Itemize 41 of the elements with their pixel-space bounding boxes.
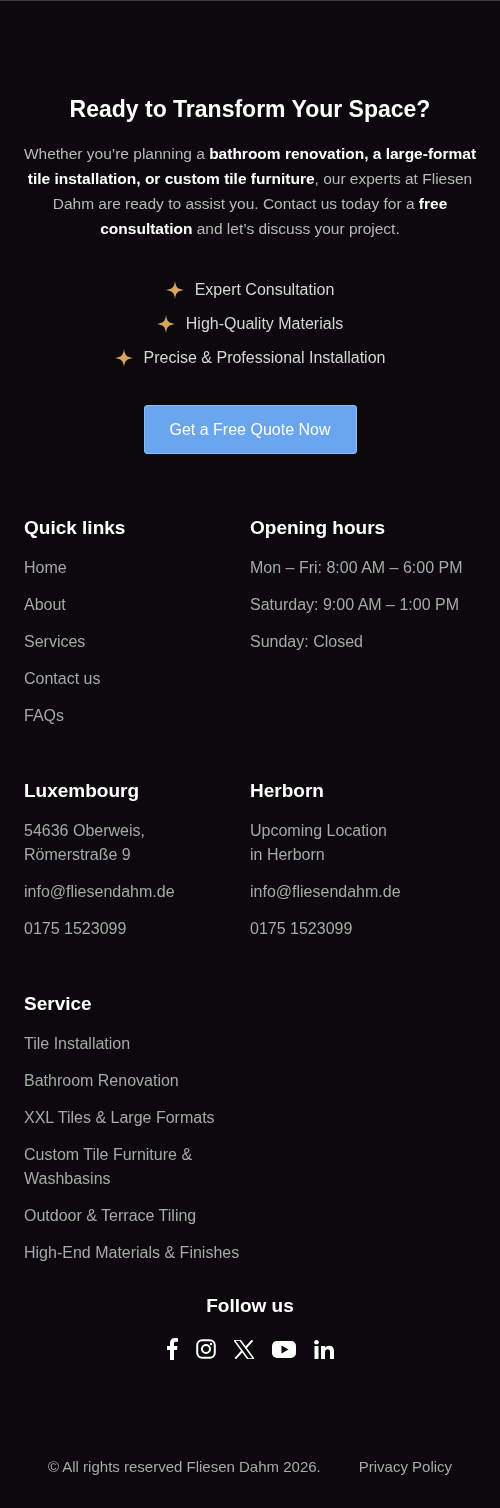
linkedin-icon[interactable] [314, 1339, 334, 1359]
footer-link[interactable]: Outdoor & Terrace Tiling [24, 1204, 197, 1228]
feature-text: Expert Consultation [194, 280, 335, 300]
footer-link[interactable]: Services [24, 630, 86, 654]
column-heading: Quick links [24, 516, 126, 540]
footer-text: info@fliesendahm.de [250, 882, 400, 902]
copyright-text: © All rights reserved Fliesen Dahm 2026. [47, 1458, 321, 1475]
footer-link[interactable]: FAQs [24, 704, 64, 728]
footer-text: Saturday: 9:00 AM – 1:00 PM [250, 595, 459, 615]
footer-text: 54636 Oberweis, Römerstraße 9 [24, 821, 146, 865]
footer-link[interactable]: Bathroom Renovation [24, 1069, 179, 1093]
x-icon[interactable] [234, 1339, 254, 1359]
footer-link[interactable]: High-End Materials & Finishes [24, 1241, 240, 1265]
column-heading: Opening hours [250, 516, 386, 540]
sparkle-icon [165, 281, 184, 299]
footer-link[interactable]: Home [24, 556, 67, 580]
footer-text: 0175 1523099 [24, 919, 127, 939]
feature-text: High-Quality Materials [185, 314, 344, 334]
feature-text: Precise & Professional Installation [143, 348, 386, 368]
footer-text: Sunday: Closed [250, 632, 363, 652]
cta-heading: Ready to Transform Your Space? [69, 95, 431, 124]
instagram-icon[interactable] [196, 1339, 216, 1359]
footer-link[interactable]: Tile Installation [24, 1032, 131, 1056]
footer-text: Mon – Fri: 8:00 AM – 6:00 PM [250, 558, 463, 578]
footer-link[interactable]: XXL Tiles & Large Formats [24, 1106, 215, 1130]
column-heading: Herborn [250, 779, 324, 803]
footer-link[interactable]: Custom Tile Furniture & Washbasins [24, 1143, 250, 1191]
sparkle-icon [114, 349, 133, 367]
footer-text: info@fliesendahm.de [24, 882, 174, 902]
footer-link[interactable]: About [24, 593, 66, 617]
privacy-link[interactable]: Privacy Policy [358, 1458, 453, 1475]
column-heading: Luxembourg [24, 779, 140, 803]
youtube-icon[interactable] [272, 1340, 296, 1358]
cta-paragraph: Whether you’re planning a bathroom renovation, a large-format tile installation, or custom tile furniture, our experts at Fliesen Dahm are ready to assist you. Contact us today for a free consultation and let’s discuss your project. [22, 144, 478, 239]
footer-text: Upcoming Location in Herborn [250, 821, 388, 865]
follow-heading: Follow us [206, 1294, 294, 1318]
footer-text: 0175 1523099 [250, 919, 353, 939]
footer-link[interactable]: Contact us [24, 667, 101, 691]
facebook-icon[interactable] [166, 1338, 178, 1360]
sparkle-icon [156, 315, 175, 333]
column-heading: Service [24, 992, 92, 1016]
